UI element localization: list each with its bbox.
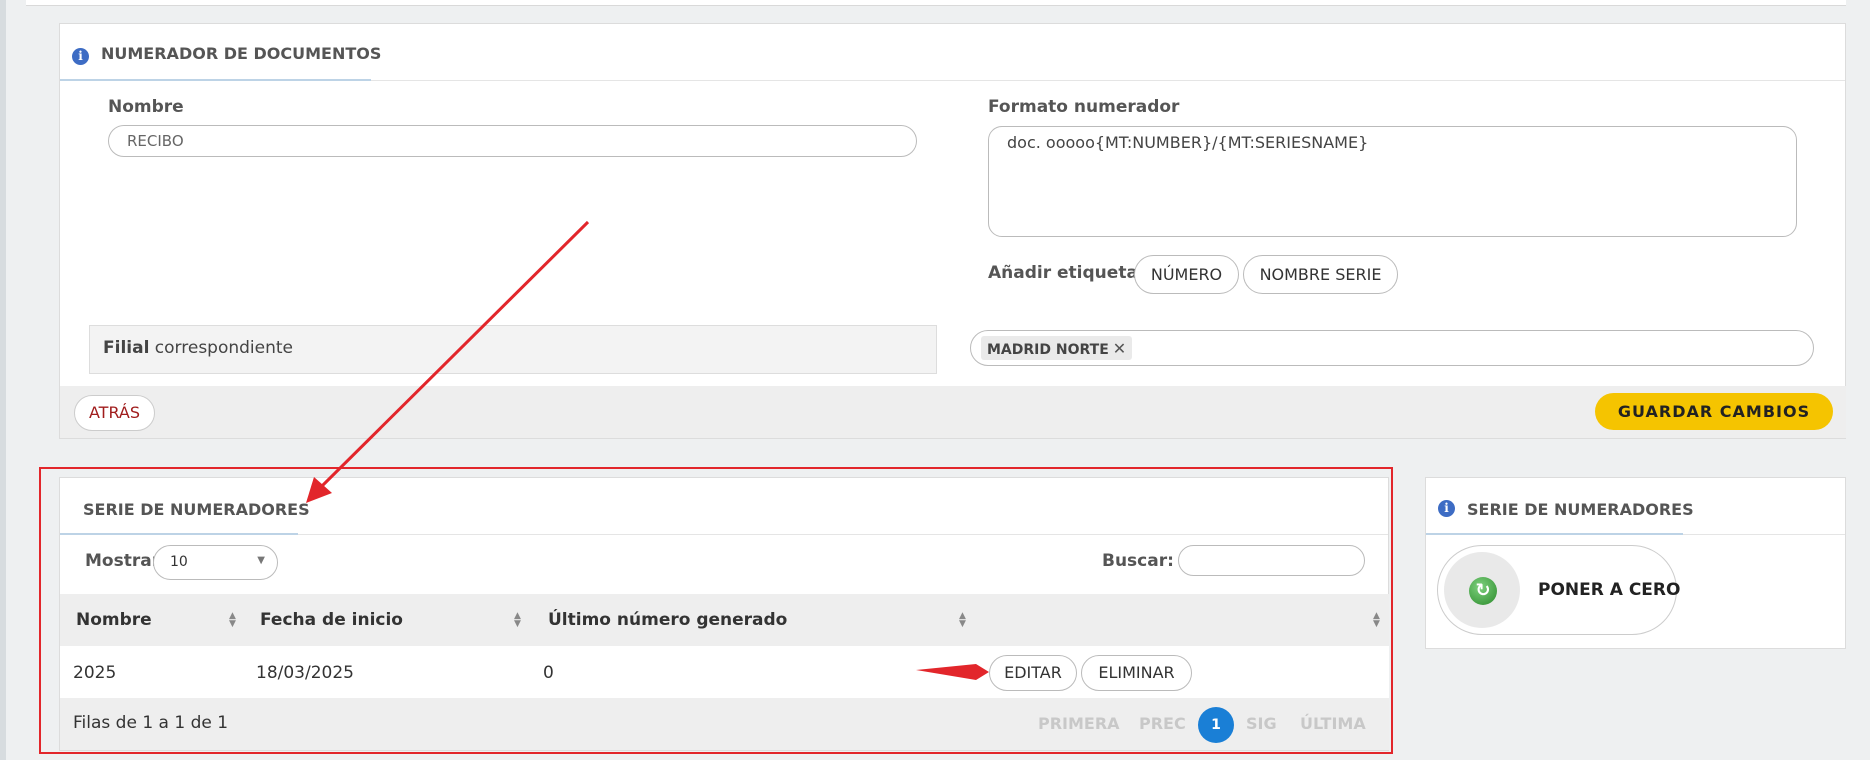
reset-icon-circle: ↻ — [1444, 552, 1520, 628]
reset-to-zero-button[interactable]: ↻ PONER A CERO — [1437, 545, 1681, 635]
reset-label: PONER A CERO — [1538, 580, 1681, 600]
side-title-underline — [1426, 533, 1683, 535]
back-button[interactable]: ATRÁS — [74, 395, 155, 431]
save-changes-button[interactable]: GUARDAR CAMBIOS — [1595, 393, 1833, 430]
panel-title: NUMERADOR DE DOCUMENTOS — [101, 44, 382, 63]
filial-label-rest: correspondiente — [149, 338, 294, 358]
etiquetas-label: Añadir etiquetas: — [988, 263, 1155, 283]
formato-textarea[interactable]: doc. ooooo{MT:NUMBER}/{MT:SERIESNAME} — [988, 126, 1797, 237]
formato-label: Formato numerador — [988, 97, 1180, 117]
filial-tag-label: MADRID NORTE — [987, 342, 1109, 358]
tag-nombre-serie-button[interactable]: NOMBRE SERIE — [1243, 255, 1398, 294]
left-edge-strip — [0, 0, 6, 760]
side-panel-header: i SERIE DE NUMERADORES — [1426, 478, 1845, 535]
title-underline — [60, 79, 371, 81]
info-icon: i — [72, 48, 89, 65]
info-icon: i — [1438, 500, 1455, 517]
panel-header: i NUMERADOR DE DOCUMENTOS — [60, 24, 1845, 81]
filial-tag: MADRID NORTE ✕ — [981, 336, 1133, 360]
filial-label-box: Filial correspondiente — [89, 325, 937, 374]
refresh-icon: ↻ — [1469, 577, 1497, 605]
tag-numero-button[interactable]: NÚMERO — [1134, 255, 1239, 294]
top-panel-edge — [26, 0, 1846, 6]
side-panel-title: SERIE DE NUMERADORES — [1467, 500, 1694, 519]
nombre-input[interactable]: RECIBO — [108, 125, 917, 157]
filial-select[interactable]: MADRID NORTE ✕ — [970, 330, 1814, 366]
annotation-highlight-box — [39, 467, 1393, 754]
nombre-label: Nombre — [108, 97, 184, 117]
filial-label-bold: Filial — [103, 338, 150, 358]
remove-tag-icon[interactable]: ✕ — [1113, 339, 1126, 358]
form-footer — [60, 386, 1846, 438]
